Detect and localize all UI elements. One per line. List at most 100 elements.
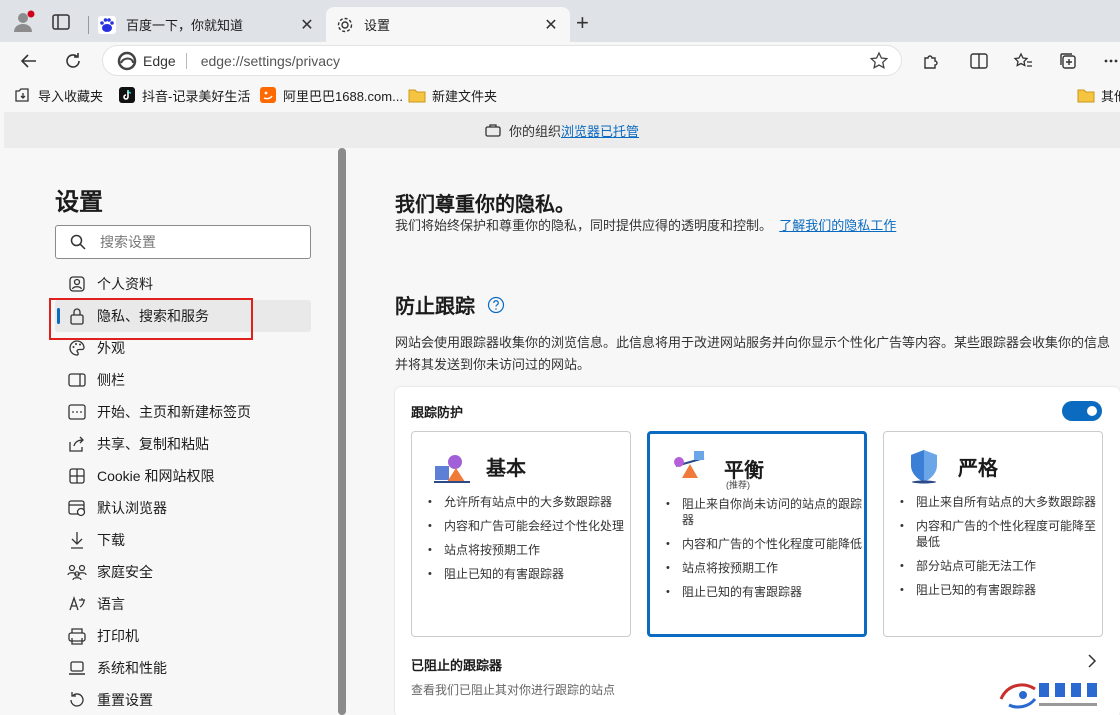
tracking-heading-text: 防止跟踪 (395, 296, 475, 318)
refresh-button[interactable] (60, 48, 86, 74)
close-tab-icon[interactable]: ✕ (298, 16, 316, 34)
list-item: 阻止来自所有站点的大多数跟踪器 (898, 494, 1096, 510)
bookmark-import[interactable]: 导入收藏夹 (14, 85, 103, 105)
sidebar-item-label: 系统和性能 (97, 660, 167, 676)
profile-icon (67, 274, 87, 294)
sidebar-item-start-home[interactable]: 开始、主页和新建标签页 (55, 396, 311, 428)
tab-baidu[interactable]: 百度一下，你就知道 ✕ (88, 7, 326, 42)
settings-search[interactable] (55, 225, 311, 259)
chevron-right-icon[interactable] (1087, 653, 1097, 669)
sidebar-item-label: 开始、主页和新建标签页 (97, 404, 251, 420)
tracking-heading: 防止跟踪 (395, 290, 505, 319)
sidebar-item-label: 重置设置 (97, 692, 153, 708)
sidebar-item-label: 侧栏 (97, 372, 125, 388)
sidebar-item-reset[interactable]: 重置设置 (55, 684, 311, 715)
watermark-logo (999, 683, 1097, 709)
option-basic[interactable]: 基本 允许所有站点中的大多数跟踪器 内容和广告可能会经过个性化处理 站点将按预期… (411, 431, 631, 637)
family-icon (67, 562, 87, 582)
blocked-trackers-subtitle: 查看我们已阻止其对你进行跟踪的站点 (411, 683, 616, 697)
url-text[interactable]: edge://settings/privacy (201, 53, 340, 69)
share-icon (67, 434, 87, 454)
bookmark-label: 新建文件夹 (432, 88, 498, 104)
tracking-protection-card: 跟踪防护 基本 允许所有站点中的大多数跟踪器 内容和广告可能会经过个性化处理 站… (395, 387, 1120, 715)
sidebar-item-downloads[interactable]: 下载 (55, 524, 311, 556)
alibaba-icon (259, 86, 277, 104)
more-button[interactable] (1098, 48, 1120, 74)
list-item: 部分站点可能无法工作 (898, 558, 1096, 574)
blocked-trackers-title[interactable]: 已阻止的跟踪器 (411, 655, 502, 674)
option-name: 严格 (958, 457, 998, 480)
reset-icon (67, 690, 87, 710)
close-tab-icon[interactable]: ✕ (542, 16, 560, 34)
option-balanced[interactable]: 平衡 (推荐) 阻止来自你尚未访问的站点的跟踪器 内容和广告的个性化程度可能降低… (647, 431, 867, 637)
bookmark-other[interactable]: 其他 (1077, 85, 1120, 105)
bookmarks-bar: 导入收藏夹 抖音-记录美好生活 阿里巴巴1688.com... 新建文件夹 其他 (0, 80, 1120, 110)
tracking-protection-toggle[interactable] (1062, 401, 1102, 421)
laptop-icon (67, 658, 87, 678)
sidebar-item-default-browser[interactable]: 默认浏览器 (55, 492, 311, 524)
address-divider (185, 52, 187, 69)
split-screen-button[interactable] (966, 48, 992, 74)
sidebar-item-system[interactable]: 系统和性能 (55, 652, 311, 684)
address-bar[interactable]: Edge edge://settings/privacy (102, 45, 902, 76)
bookmark-new-folder[interactable]: 新建文件夹 (408, 85, 497, 105)
basic-shapes-icon (434, 455, 470, 483)
collections-button[interactable] (1055, 48, 1081, 74)
list-item: 内容和广告的个性化程度可能降低 (664, 536, 862, 552)
list-item: 阻止来自你尚未访问的站点的跟踪器 (664, 496, 862, 528)
bookmark-alibaba[interactable]: 阿里巴巴1688.com... (259, 85, 403, 105)
list-item: 阻止已知的有害跟踪器 (664, 584, 862, 600)
profile-button[interactable] (10, 9, 36, 35)
privacy-learn-more-link[interactable]: 了解我们的隐私工作 (779, 218, 896, 233)
favorites-button[interactable] (1010, 48, 1036, 74)
language-icon (67, 594, 87, 614)
tracking-protection-title: 跟踪防护 (411, 405, 464, 420)
new-tab-button[interactable]: + (576, 12, 589, 34)
sidebar-item-family[interactable]: 家庭安全 (55, 556, 311, 588)
settings-sidebar: 设置 个人资料 隐私、搜索和服务 外观 侧栏 (4, 148, 337, 715)
baidu-paw-icon (98, 15, 116, 34)
sidebar-item-label: Cookie 和网站权限 (97, 468, 215, 484)
sidebar-item-label: 下载 (97, 532, 125, 548)
sidebar-item-label: 共享、复制和粘贴 (97, 436, 209, 452)
sidebar-item-languages[interactable]: 语言 (55, 588, 311, 620)
refresh-icon (66, 53, 80, 68)
privacy-description: 我们将始终保护和尊重你的隐私，同时提供应得的透明度和控制。 了解我们的隐私工作 (395, 215, 925, 237)
sidebar-item-label: 默认浏览器 (97, 500, 167, 516)
tab-actions-button[interactable] (48, 9, 74, 35)
managed-link[interactable]: 浏览器已托管 (561, 121, 639, 140)
sidebar-scrollbar[interactable] (338, 148, 346, 715)
privacy-main: 我们尊重你的隐私。 我们将始终保护和尊重你的隐私，同时提供应得的透明度和控制。 … (395, 148, 1120, 715)
tab-strip: 百度一下，你就知道 ✕ 设置 ✕ + (0, 0, 1120, 42)
tab-settings[interactable]: 设置 ✕ (326, 7, 570, 42)
sidebar-item-cookies[interactable]: Cookie 和网站权限 (55, 460, 311, 492)
sidebar-item-printers[interactable]: 打印机 (55, 620, 311, 652)
managed-banner: 你的组织 浏览器已托管 (4, 112, 1120, 148)
list-item: 阻止已知的有害跟踪器 (898, 582, 1096, 598)
sidebar-title: 设置 (55, 189, 103, 216)
option-strict[interactable]: 严格 阻止来自所有站点的大多数跟踪器 内容和广告的个性化程度可能降至最低 部分站… (883, 431, 1103, 637)
option-name: 基本 (486, 457, 526, 480)
back-button[interactable] (16, 48, 42, 74)
list-item: 阻止已知的有害跟踪器 (426, 566, 624, 582)
home-icon (67, 402, 87, 422)
site-label: Edge (143, 52, 176, 69)
managed-text: 你的组织 (508, 123, 561, 139)
sidebar-item-sidebar[interactable]: 侧栏 (55, 364, 311, 396)
palette-icon (67, 338, 87, 358)
search-input[interactable] (100, 234, 300, 250)
help-icon[interactable] (487, 296, 505, 314)
extensions-button[interactable] (918, 48, 944, 74)
favorites-list-icon (1013, 52, 1032, 67)
bookmark-douyin[interactable]: 抖音-记录美好生活 (118, 85, 250, 105)
tab-title: 设置 (364, 18, 391, 33)
back-arrow-icon (20, 54, 36, 68)
search-icon (70, 234, 86, 250)
list-item: 允许所有站点中的大多数跟踪器 (426, 494, 624, 510)
list-item: 站点将按预期工作 (664, 560, 862, 576)
option-header: 基本 (432, 448, 526, 484)
sidebar-item-share[interactable]: 共享、复制和粘贴 (55, 428, 311, 460)
sidebar-item-profile[interactable]: 个人资料 (55, 268, 311, 300)
option-header: 严格 (904, 448, 998, 484)
favorite-star-icon[interactable] (869, 51, 889, 71)
